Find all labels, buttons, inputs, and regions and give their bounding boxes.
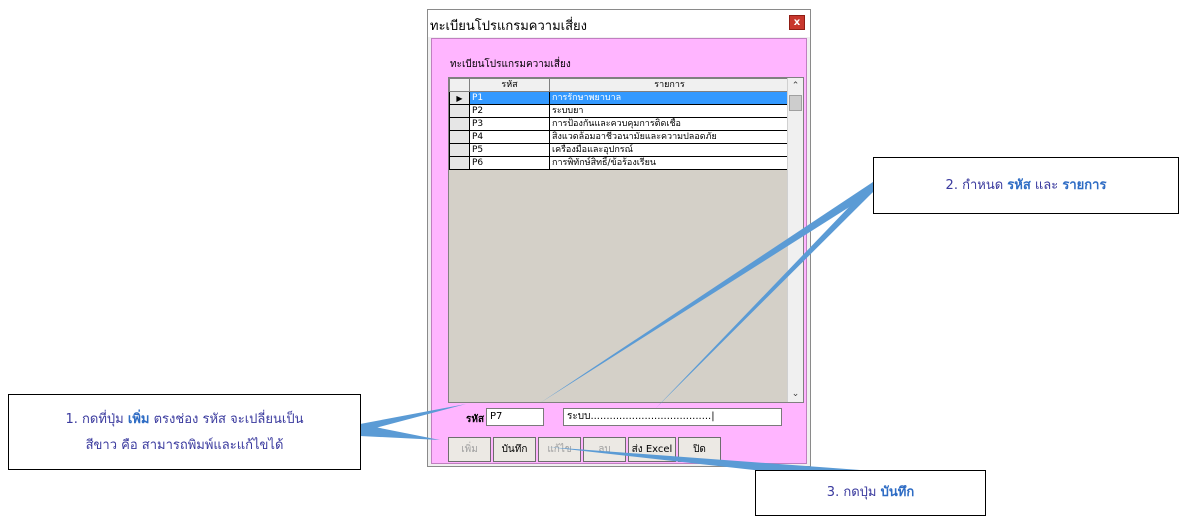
callout-text: 3. กดปุ่ม (826, 485, 881, 500)
callout-text: สีขาว คือ สามารถพิมพ์และแก้ไขได้ (85, 438, 284, 453)
callout-text: 1. กดที่ปุ่ม (65, 412, 128, 427)
callout-keyword: รายการ (1062, 178, 1107, 193)
pointer-callout2-right (655, 182, 873, 409)
callout-text: ตรงช่อง รหัส จะเปลี่ยนเป็น (149, 412, 304, 427)
callout-step-2: 2. กำหนด รหัส และ รายการ (873, 157, 1179, 214)
pointer-callout2-left (540, 182, 873, 403)
callout-keyword: บันทึก (880, 485, 915, 500)
callout-text: และ (1030, 178, 1063, 193)
callout-keyword: รหัส (1007, 178, 1031, 193)
callout-step-1: 1. กดที่ปุ่ม เพิ่ม ตรงช่อง รหัส จะเปลี่ย… (8, 394, 361, 470)
callout-text: 2. กำหนด (945, 178, 1008, 193)
callout-keyword: เพิ่ม (127, 412, 150, 427)
callout-step-3: 3. กดปุ่ม บันทึก (755, 470, 986, 516)
pointer-callout1-upper (360, 404, 466, 432)
